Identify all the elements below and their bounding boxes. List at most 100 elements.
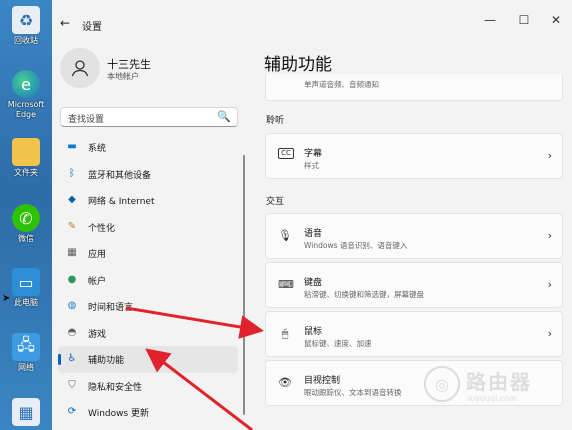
page-title: 辅助功能 [264, 55, 332, 75]
brush-icon: ✎ [67, 220, 77, 232]
desktop-icon-wechat[interactable]: ✆ 微信 [4, 204, 48, 244]
control-panel-icon: ▦ [12, 398, 40, 426]
desktop-icon-folder[interactable]: 文件夹 [4, 138, 48, 178]
back-button[interactable]: ← [60, 16, 70, 30]
user-name: 十三先生 [107, 58, 151, 71]
wechat-icon: ✆ [12, 204, 40, 232]
microphone-icon: 🎙 [278, 229, 292, 242]
captions-card[interactable]: CC 字幕 样式 › [265, 133, 563, 179]
desktop-icon-label: 网络 [18, 363, 34, 372]
sidebar-item-privacy[interactable]: ⛉ 隐私和安全性 [58, 373, 238, 400]
chevron-right-icon: › [547, 229, 552, 242]
sidebar-item-label: 蓝牙和其他设备 [88, 170, 152, 181]
sidebar-item-windows-update[interactable]: ⟳ Windows 更新 [58, 399, 238, 426]
maximize-button[interactable]: ☐ [516, 13, 532, 27]
desktop-icon-computer[interactable]: ▭ 此电脑 [4, 268, 48, 308]
eye-control-title: 目视控制 [304, 376, 341, 386]
sidebar-scrollbar[interactable] [243, 155, 245, 415]
sidebar-item-label: 时间和语言 [88, 303, 134, 313]
audio-card-sub: 单声道音频、音频通知 [304, 80, 379, 89]
desktop-icon-edge[interactable]: e Microsoft Edge [4, 70, 48, 120]
person-icon [71, 60, 89, 77]
sidebar-item-label: 辅助功能 [88, 356, 125, 366]
desktop-icon-label: Microsoft Edge [7, 100, 45, 119]
computer-icon: ▭ [12, 268, 40, 296]
sidebar-item-label: 帐户 [88, 276, 107, 287]
mouse-cursor-icon: ➤ [2, 293, 11, 304]
gamepad-icon: ◓ [67, 326, 77, 338]
desktop-icon-control-panel[interactable]: ▦ [4, 398, 48, 426]
sidebar-item-gaming[interactable]: ◓ 游戏 [58, 320, 238, 347]
sidebar-item-personalization[interactable]: ✎ 个性化 [58, 214, 238, 241]
bluetooth-icon: ᛒ [69, 167, 75, 179]
mouse-title: 鼠标 [304, 327, 323, 337]
window-title: 设置 [82, 22, 102, 33]
network-icon: 🖧 [12, 333, 40, 361]
sidebar-item-label: 应用 [88, 250, 107, 260]
sidebar-item-network[interactable]: ◆ 网络 & Internet [58, 187, 238, 214]
chevron-right-icon: › [547, 327, 552, 340]
mouse-card[interactable]: 🖱 鼠标 鼠标键、速度、加速 › [265, 311, 563, 357]
apps-icon: ▦ [67, 247, 77, 258]
desktop-icon-label: 文件夹 [14, 168, 38, 177]
speech-card[interactable]: 🎙 语音 Windows 语音识别、语音键入 › [265, 213, 563, 259]
chevron-right-icon: › [547, 278, 552, 291]
desktop-icon-recycle-bin[interactable]: ♻ 回收站 [4, 6, 48, 46]
speech-sub: Windows 语音识别、语音键入 [304, 241, 408, 250]
system-icon: ▬ [67, 141, 77, 152]
account-type: 本地帐户 [107, 72, 139, 81]
captions-icon: CC [278, 148, 294, 159]
search-icon[interactable]: 🔍 [217, 110, 231, 123]
captions-sub: 样式 [304, 161, 319, 170]
keyboard-sub: 粘滞键、切换键和筛选键，屏幕键盘 [304, 290, 424, 299]
sidebar-item-label: 系统 [88, 144, 107, 154]
update-icon: ⟳ [67, 406, 77, 417]
desktop-icon-label: 此电脑 [14, 298, 38, 307]
sidebar-item-accounts[interactable]: ● 帐户 [58, 267, 238, 294]
keyboard-icon: ⌨ [278, 278, 294, 291]
eye-icon: 👁 [278, 376, 292, 389]
desktop-icon-label: 回收站 [14, 36, 38, 45]
keyboard-title: 键盘 [304, 278, 323, 288]
audio-card[interactable]: 单声道音频、音频通知 [265, 74, 563, 101]
accessibility-icon: ♿ [67, 353, 77, 364]
mouse-sub: 鼠标键、速度、加速 [304, 339, 372, 348]
sidebar-item-time-language[interactable]: ◍ 时间和语言 [58, 293, 238, 320]
account-icon: ● [67, 273, 77, 285]
sidebar-item-label: 隐私和安全性 [88, 382, 143, 393]
sidebar-item-bluetooth[interactable]: ᛒ 蓝牙和其他设备 [58, 161, 238, 188]
desktop-icon-label: 微信 [18, 234, 34, 243]
search-placeholder: 查找设置 [68, 115, 105, 125]
globe-clock-icon: ◍ [67, 300, 77, 311]
sidebar-item-label: Windows 更新 [88, 409, 150, 419]
speech-title: 语音 [304, 229, 323, 239]
minimize-button[interactable]: — [482, 13, 498, 27]
keyboard-card[interactable]: ⌨ 键盘 粘滞键、切换键和筛选键，屏幕键盘 › [265, 262, 563, 308]
eye-control-sub: 眼动跟踪仪、文本到语音转换 [304, 388, 402, 397]
title-bar: ← 设置 — ☐ ✕ [52, 0, 572, 38]
watermark-url: luyouqi.com [468, 394, 517, 403]
captions-title: 字幕 [304, 149, 323, 159]
edge-icon: e [12, 70, 40, 98]
watermark-brand: 路由器 [466, 370, 532, 394]
close-button[interactable]: ✕ [548, 13, 564, 27]
avatar [60, 48, 100, 88]
sidebar-item-apps[interactable]: ▦ 应用 [58, 240, 238, 267]
section-hearing: 聆听 [266, 116, 285, 126]
watermark: ◎ 路由器 luyouqi.com [424, 364, 564, 410]
sidebar-nav: ▬ 系统 ᛒ 蓝牙和其他设备 ◆ 网络 & Internet ✎ 个性化 ▦ 应… [58, 134, 238, 426]
sidebar-item-label: 个性化 [88, 223, 116, 234]
network-icon: ◆ [68, 194, 76, 205]
chevron-right-icon: › [547, 149, 552, 162]
desktop: ♻ 回收站 e Microsoft Edge 文件夹 ✆ 微信 ▭ 此电脑 🖧 … [0, 0, 52, 430]
section-interaction: 交互 [266, 197, 285, 207]
desktop-icon-network[interactable]: 🖧 网络 [4, 333, 48, 373]
recycle-bin-icon: ♻ [12, 6, 40, 34]
shield-icon: ⛉ [68, 379, 76, 391]
sidebar-item-accessibility[interactable]: ♿ 辅助功能 [58, 346, 238, 373]
sidebar-item-label: 网络 & Internet [88, 197, 155, 207]
mouse-icon: 🖱 [281, 327, 289, 340]
router-logo-icon: ◎ [424, 366, 460, 402]
search-input[interactable]: 查找设置 🔍 [60, 107, 238, 127]
sidebar-item-system[interactable]: ▬ 系统 [58, 134, 238, 161]
